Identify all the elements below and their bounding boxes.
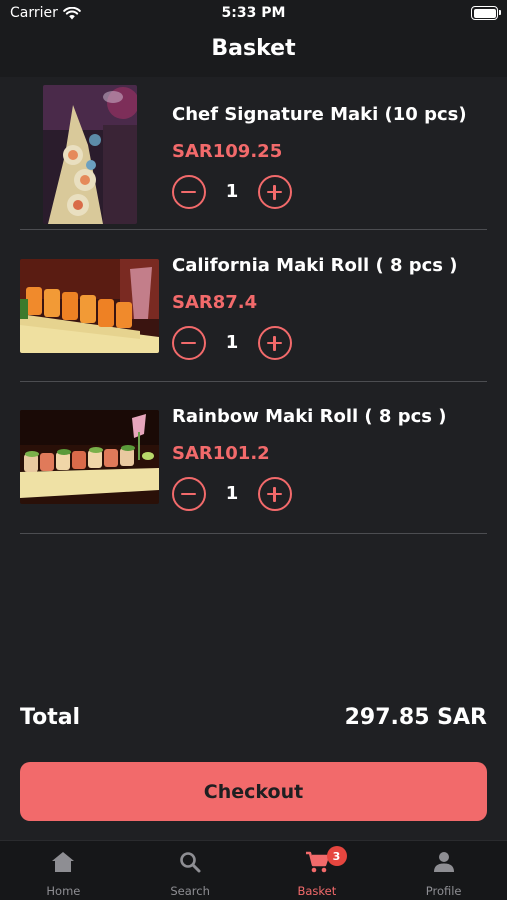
person-icon [433,852,454,872]
california-roll-photo [20,259,159,353]
tab-profile[interactable]: Profile [380,841,507,900]
cart-count-badge: 3 [326,846,347,866]
basket-item: Rainbow Maki Roll ( 8 pcs ) SAR101.2 1 [20,382,487,534]
tab-label: Search [170,884,210,898]
item-name: California Maki Roll ( 8 pcs ) [172,255,458,276]
increase-quantity-button[interactable] [258,175,292,209]
quantity-stepper: 1 [172,477,302,511]
rainbow-roll-photo [20,410,159,504]
quantity-value: 1 [225,332,239,353]
increase-quantity-button[interactable] [258,477,292,511]
tab-label: Basket [297,884,337,898]
decrease-quantity-button[interactable] [172,477,206,511]
tab-bar: Home Search 3 Basket Profile [0,840,507,900]
home-icon [52,852,75,872]
tab-home[interactable]: Home [0,841,127,900]
item-price: SAR101.2 [172,443,270,464]
decrease-quantity-button[interactable] [172,175,206,209]
total-amount: 297.85 SAR [344,705,487,730]
status-bar: Carrier 5:33 PM [0,0,507,28]
tab-label: Home [46,884,81,898]
tab-label: Profile [425,884,462,898]
item-price: SAR109.25 [172,141,283,162]
basket-item: California Maki Roll ( 8 pcs ) SAR87.4 1 [20,230,487,382]
item-name: Chef Signature Maki (10 pcs) [172,104,467,125]
tab-search[interactable]: Search [127,841,254,900]
checkout-button[interactable]: Checkout [20,762,487,821]
basket-item: Chef Signature Maki (10 pcs) SAR109.25 1 [20,78,487,230]
quantity-stepper: 1 [172,175,302,209]
page-title: Basket [211,36,296,61]
item-name: Rainbow Maki Roll ( 8 pcs ) [172,406,447,427]
tab-basket[interactable]: 3 Basket [254,841,381,900]
increase-quantity-button[interactable] [258,326,292,360]
battery-icon [471,6,501,20]
cart-icon [305,851,330,873]
quantity-value: 1 [225,483,239,504]
total-label: Total [20,705,81,730]
decrease-quantity-button[interactable] [172,326,206,360]
navigation-header: Carrier 5:33 PM Basket [0,0,507,77]
quantity-value: 1 [225,181,239,202]
clock: 5:33 PM [221,5,286,21]
maki-sushi-photo [43,85,137,224]
quantity-stepper: 1 [172,326,302,360]
item-price: SAR87.4 [172,292,258,313]
search-icon [180,852,201,873]
